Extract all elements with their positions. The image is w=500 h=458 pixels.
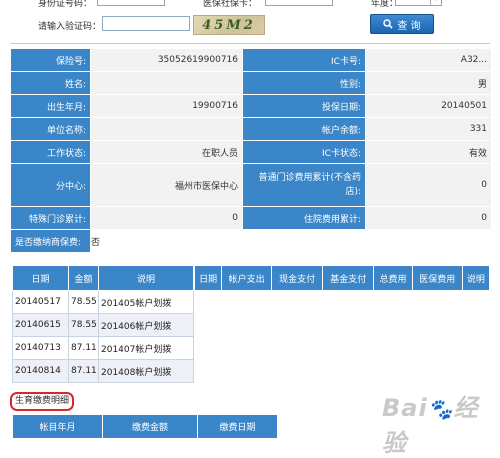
column-header: 基金支付 (322, 265, 375, 291)
payment-note: 201407帐户划拨 (98, 336, 194, 360)
table-row: 20140517 78.55 201405帐户划拨 (12, 290, 194, 314)
info-value: 35052619900716 (90, 48, 243, 72)
maternity-section-title: 生育缴费明细 (10, 392, 75, 411)
expense-table: 日期 帐户支出 现金支付 基金支付 总费用 医保费用 说明 (193, 265, 491, 291)
info-label: 普通门诊费用累计(不含药店): (242, 163, 366, 207)
table-row: 20140615 78.55 201406帐户划拨 (12, 313, 194, 337)
column-header: 缴费金额 (102, 414, 198, 439)
info-value (90, 71, 243, 95)
captcha-input[interactable] (102, 16, 190, 31)
info-label: IC卡号: (242, 48, 366, 72)
payment-amount: 87.11 (68, 359, 99, 383)
info-row: 姓名: 性别: 男 (10, 71, 492, 95)
payment-note: 201405帐户划拨 (98, 290, 194, 314)
search-icon (383, 19, 393, 29)
info-value: 20140501 (365, 94, 492, 118)
query-button[interactable]: 查 询 (370, 14, 434, 34)
column-header: 说明 (461, 265, 491, 291)
table-header-row: 日期 帐户支出 现金支付 基金支付 总费用 医保费用 说明 (193, 265, 491, 291)
info-value: 福州市医保中心 (90, 163, 243, 207)
payment-date: 20140615 (12, 313, 69, 337)
info-label: 姓名: (10, 71, 91, 95)
info-label: 保险号: (10, 48, 91, 72)
id-number-input[interactable] (97, 0, 165, 6)
info-label: 单位名称: (10, 117, 91, 141)
payment-table: 日期 金额 说明 20140517 78.55 201405帐户划拨 20140… (12, 265, 194, 383)
info-label: IC卡状态: (242, 140, 366, 164)
maternity-table: 帐目年月 缴费金额 缴费日期 (12, 414, 278, 439)
id-number-label: 身份证号码： (38, 0, 93, 9)
info-value: 331 (365, 117, 492, 141)
info-row: 特殊门诊累计: 0 住院费用累计: 0 (10, 206, 492, 230)
info-label: 工作状态: (10, 140, 91, 164)
info-row: 出生年月: 19900716 投保日期: 20140501 (10, 94, 492, 118)
column-header: 日期 (193, 265, 223, 291)
payment-date: 20140814 (12, 359, 69, 383)
payment-amount: 78.55 (68, 290, 99, 314)
info-label: 住院费用累计: (242, 206, 366, 230)
info-value: 0 (365, 163, 492, 207)
info-row: 工作状态: 在职人员 IC卡状态: 有效 (10, 140, 492, 164)
info-value (90, 117, 243, 141)
info-value: 在职人员 (90, 140, 243, 164)
divider (10, 43, 490, 44)
payment-note: 201408帐户划拨 (98, 359, 194, 383)
column-header: 金额 (68, 265, 99, 291)
payment-date: 20140517 (12, 290, 69, 314)
table-header-row: 日期 金额 说明 (12, 265, 194, 291)
table-header-row: 帐目年月 缴费金额 缴费日期 (12, 414, 278, 439)
column-header: 说明 (98, 265, 194, 291)
payment-amount: 87.11 (68, 336, 99, 360)
insurance-info-table: 保险号: 35052619900716 IC卡号: A32... 姓名: 性别:… (10, 48, 492, 253)
info-value: 19900716 (90, 94, 243, 118)
info-row-commercial-insurance: 是否缴纳商保费: 否 (10, 229, 492, 253)
info-row: 保险号: 35052619900716 IC卡号: A32... (10, 48, 492, 72)
column-header: 现金支付 (271, 265, 324, 291)
info-label: 分中心: (10, 163, 91, 207)
table-row: 20140713 87.11 201407帐户划拨 (12, 336, 194, 360)
info-row: 单位名称: 帐户余额: 331 (10, 117, 492, 141)
info-value: 男 (365, 71, 492, 95)
year-label: 年度： (371, 0, 399, 9)
chevron-down-icon: ▼ (430, 0, 440, 5)
column-header: 帐目年月 (12, 414, 103, 439)
payment-amount: 78.55 (68, 313, 99, 337)
year-select-value: 2014 (398, 0, 421, 3)
info-row: 分中心: 福州市医保中心 普通门诊费用累计(不含药店): 0 (10, 163, 492, 207)
captcha-label: 请输入验证码： (38, 22, 102, 32)
info-value: 0 (365, 206, 492, 230)
info-label: 特殊门诊累计: (10, 206, 91, 230)
info-value: A32... (365, 48, 492, 72)
info-label: 投保日期: (242, 94, 366, 118)
info-label: 是否缴纳商保费: (10, 229, 91, 253)
info-label: 性别: (242, 71, 366, 95)
table-row: 20140814 87.11 201408帐户划拨 (12, 359, 194, 383)
card-number-input[interactable] (265, 0, 333, 6)
info-label: 出生年月: (10, 94, 91, 118)
payment-note: 201406帐户划拨 (98, 313, 194, 337)
year-select[interactable]: 2014 ▼ (395, 0, 442, 6)
info-value: 0 (90, 206, 243, 230)
payment-date: 20140713 (12, 336, 69, 360)
column-header: 日期 (12, 265, 69, 291)
card-number-label: 医保社保卡： (203, 0, 258, 9)
column-header: 缴费日期 (197, 414, 278, 439)
baidu-watermark-logo: Bai🐾经验 (382, 394, 479, 457)
column-header: 医保费用 (411, 265, 463, 291)
info-label: 帐户余额: (242, 117, 366, 141)
info-value: 有效 (365, 140, 492, 164)
captcha-image[interactable]: 45M2 (193, 15, 265, 35)
captcha-text: 45M2 (202, 17, 256, 33)
column-header: 总费用 (373, 265, 413, 291)
column-header: 帐户支出 (221, 265, 273, 291)
query-button-label: 查 询 (397, 20, 421, 32)
info-value: 否 (90, 229, 492, 253)
